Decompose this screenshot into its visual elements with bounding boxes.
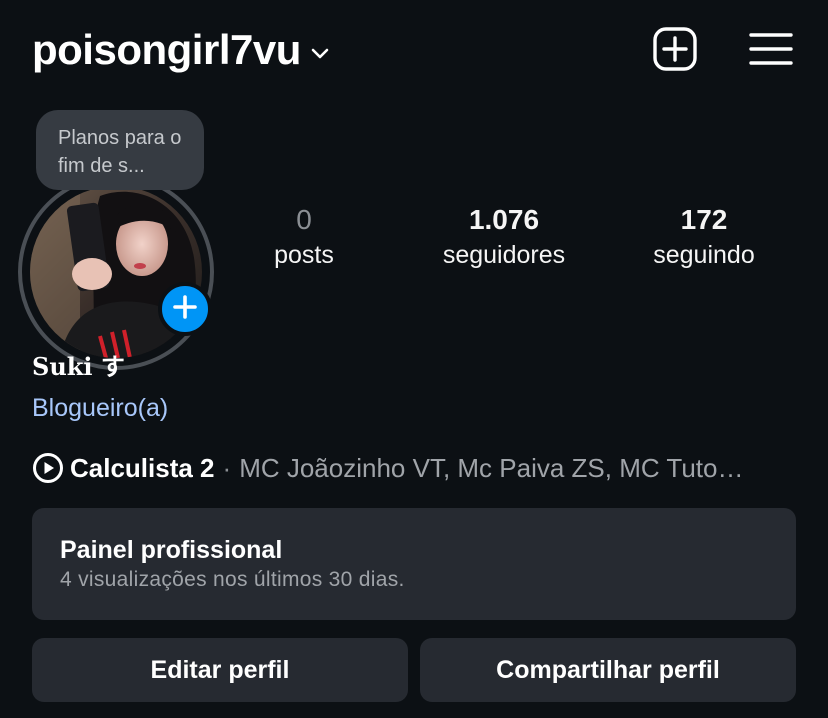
play-circle-icon (32, 452, 64, 484)
profile-screen: poisongirl7vu Planos para o fim de s... … (0, 0, 828, 718)
plus-square-icon (652, 26, 698, 77)
note-bubble[interactable]: Planos para o fim de s... (36, 110, 204, 190)
note-text: Planos para o fim de s... (58, 127, 182, 177)
account-switcher[interactable]: poisongirl7vu (32, 22, 331, 78)
following-value: 172 (680, 204, 728, 235)
dashboard-title: Painel profissional (60, 536, 283, 564)
chevron-down-icon (309, 42, 331, 64)
profile-category[interactable]: Blogueiro(a) (32, 391, 168, 425)
plus-icon (172, 294, 198, 325)
profile-music[interactable]: Calculista 2 · MC Joãozinho VT, Mc Paiva… (32, 450, 802, 486)
display-name: Suki す (32, 352, 125, 381)
song-separator: · (222, 452, 232, 483)
song-artists: MC Joãozinho VT, Mc Paiva ZS, MC Tuto… (239, 452, 744, 483)
followers-value: 1.076 (468, 204, 540, 235)
edit-profile-button[interactable]: Editar perfil (32, 638, 408, 702)
following-count[interactable]: 172 seguindo (630, 202, 778, 272)
hamburger-menu-icon (749, 29, 793, 74)
song-title: Calculista 2 (70, 452, 215, 483)
avatar-container (18, 174, 218, 370)
profile-header: poisongirl7vu (0, 0, 828, 100)
followers-count[interactable]: 1.076 seguidores (420, 202, 588, 272)
dashboard-subtitle: 4 visualizações nos últimos 30 dias. (60, 568, 405, 591)
posts-value: 0 (296, 204, 312, 235)
username: poisongirl7vu (32, 26, 301, 73)
followers-label: seguidores (442, 241, 566, 269)
posts-count[interactable]: 0 posts (244, 202, 364, 272)
create-button[interactable] (652, 26, 698, 77)
share-profile-button[interactable]: Compartilhar perfil (420, 638, 796, 702)
add-story-button[interactable] (158, 282, 212, 336)
posts-label: posts (274, 241, 334, 269)
menu-button[interactable] (748, 28, 794, 74)
following-label: seguindo (653, 241, 755, 269)
professional-dashboard[interactable]: Painel profissional 4 visualizações nos … (32, 508, 796, 620)
